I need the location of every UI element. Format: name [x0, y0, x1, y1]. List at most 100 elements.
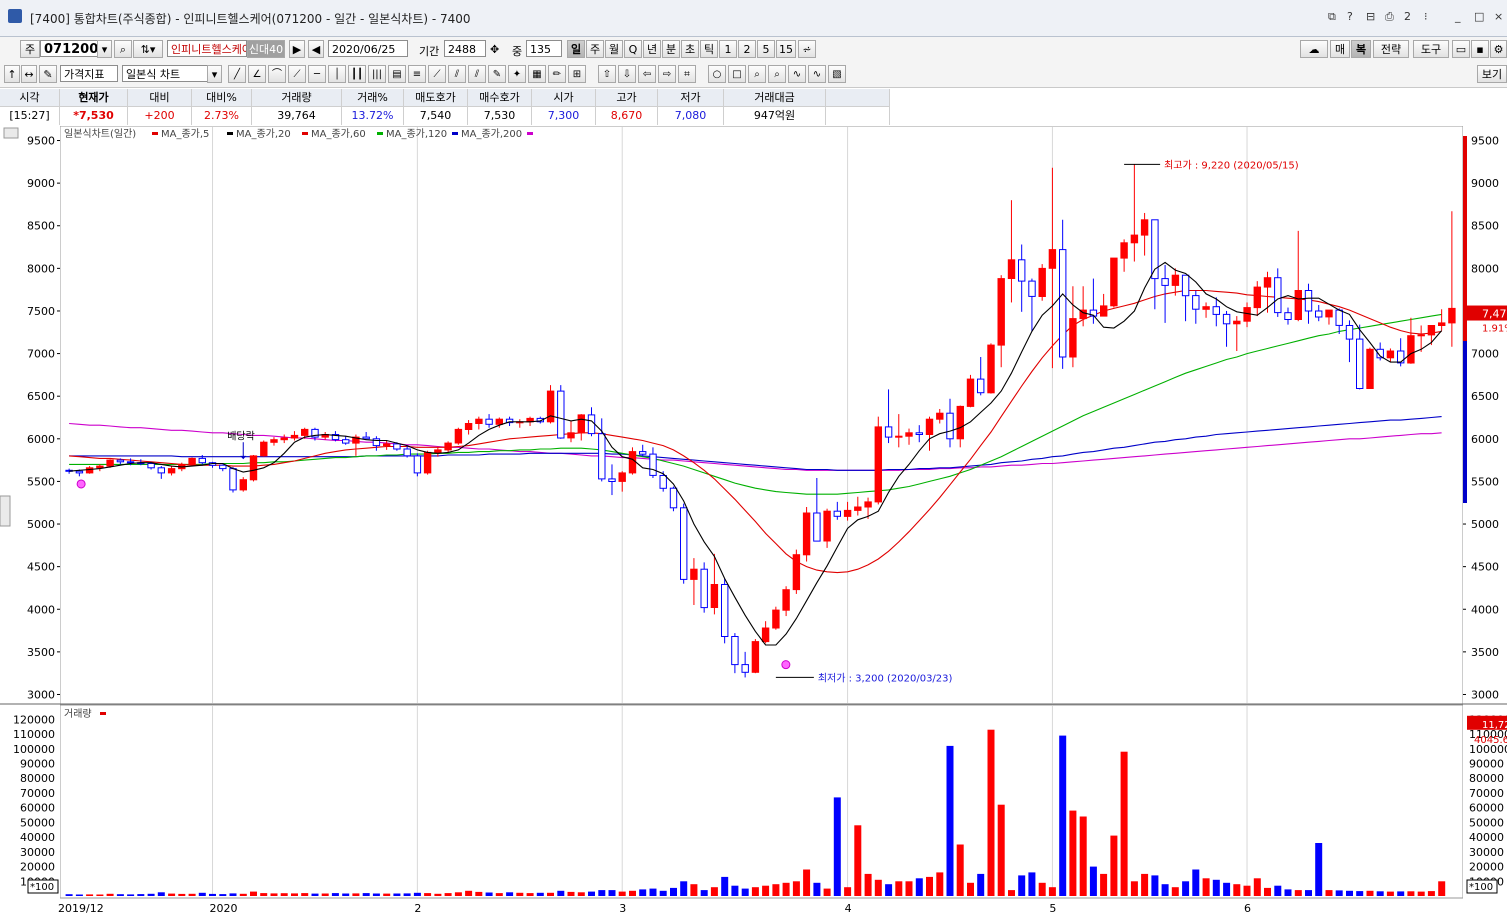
cloud-icon[interactable]: ☁: [1300, 40, 1328, 58]
sort-icon[interactable]: ⇅▾: [133, 40, 163, 58]
period-day-tab[interactable]: 일: [567, 40, 585, 58]
drawing-tool-icon[interactable]: ⇦: [638, 65, 656, 83]
drawing-tool-icon[interactable]: ⌒: [268, 65, 286, 83]
drawing-tool-icon[interactable]: ⟋: [288, 65, 306, 83]
drawing-tool-icon[interactable]: ∿: [788, 65, 806, 83]
period-quarter-tab[interactable]: Q: [624, 40, 642, 58]
side-handle-icon: [0, 495, 11, 527]
settings-icon[interactable]: ⚙: [1490, 40, 1507, 58]
prev-arrow-icon[interactable]: ◀: [308, 40, 324, 58]
volume-bar: [547, 892, 554, 896]
save-icon[interactable]: ▪: [1471, 40, 1489, 58]
volume-bar: [690, 884, 698, 896]
stock-name-field[interactable]: 인피니트헬스케어: [167, 40, 247, 57]
period-input[interactable]: 2488: [444, 40, 486, 57]
period-week-tab[interactable]: 주: [586, 40, 604, 58]
restore-icon[interactable]: ⧉: [1328, 10, 1336, 24]
strategy-button[interactable]: 전략: [1373, 40, 1409, 58]
y-tick-label-right: 9500: [1471, 135, 1499, 148]
drawing-tool-icon[interactable]: │: [328, 65, 346, 83]
drawing-tool-icon[interactable]: ⇩: [618, 65, 636, 83]
indicator-select[interactable]: 가격지표: [60, 65, 118, 82]
drawing-tool-icon[interactable]: ✦: [508, 65, 526, 83]
collapse-toggle-icon: [3, 127, 19, 139]
drawing-tool-icon[interactable]: |||: [368, 65, 386, 83]
maximize-button[interactable]: □: [1474, 10, 1484, 23]
pin-icon[interactable]: ⁝: [1424, 10, 1428, 23]
drawing-tool-icon[interactable]: ▤: [388, 65, 406, 83]
close-button[interactable]: ×: [1494, 10, 1503, 23]
drawing-tool-icon[interactable]: ✎: [488, 65, 506, 83]
volume-bar: [1427, 891, 1435, 896]
period-1-tab[interactable]: 1: [719, 40, 737, 58]
link-icon[interactable]: 2: [1404, 10, 1411, 23]
stock-chart[interactable]: 2019/12 2020 2 3 4 5 6 3000 3000 3500 3500 4000 4000…: [0, 126, 1507, 924]
candle-body: [1233, 320, 1241, 325]
market-select[interactable]: 주: [20, 40, 40, 58]
volume-bar: [198, 892, 206, 896]
minimize-button[interactable]: _: [1455, 10, 1461, 23]
drawing-tool-icon[interactable]: ✏: [548, 65, 566, 83]
y-tick-label-left: 6000: [27, 433, 55, 446]
drawing-tool-icon[interactable]: ⌕: [768, 65, 786, 83]
buy-button[interactable]: 매: [1330, 40, 1350, 58]
up-arrow-icon[interactable]: ↑: [4, 65, 20, 83]
volume-bar: [874, 879, 882, 896]
drawing-tool-icon[interactable]: ⌗: [678, 65, 696, 83]
legend-entry: MA_종가,20: [236, 128, 291, 140]
view-button[interactable]: 보기: [1477, 65, 1507, 83]
count-input[interactable]: 135: [526, 40, 562, 57]
drawing-tool-icon[interactable]: ▦: [528, 65, 546, 83]
drawing-tool-icon[interactable]: ⊞: [568, 65, 586, 83]
date-input[interactable]: 2020/06/25: [328, 40, 408, 57]
code-dropdown-icon[interactable]: ▾: [97, 40, 112, 58]
volume-bar: [1223, 882, 1231, 896]
drawing-tool-icon[interactable]: ⇨: [658, 65, 676, 83]
move-icon[interactable]: ✥: [490, 43, 499, 56]
drawing-tool-icon[interactable]: ▧: [828, 65, 846, 83]
volume-bar: [1151, 875, 1159, 896]
volume-bar: [680, 881, 688, 896]
period-2-tab[interactable]: 2: [738, 40, 756, 58]
drawing-tool-icon[interactable]: ∿: [808, 65, 826, 83]
period-year-tab[interactable]: 년: [643, 40, 661, 58]
candle-body: [362, 436, 370, 440]
candle-body: [1407, 335, 1415, 364]
drawing-tool-icon[interactable]: ╱: [228, 65, 246, 83]
drawing-tool-icon[interactable]: ─: [308, 65, 326, 83]
period-second-tab[interactable]: 초: [681, 40, 699, 58]
drawing-tool-icon[interactable]: ⟋: [428, 65, 446, 83]
next-arrow-icon[interactable]: ▶: [289, 40, 305, 58]
drawing-tool-icon[interactable]: ∠: [248, 65, 266, 83]
period-tick-tab[interactable]: 틱: [700, 40, 718, 58]
help-button[interactable]: ?: [1347, 10, 1353, 23]
period-month-tab[interactable]: 월: [605, 40, 623, 58]
drawing-tool-icon[interactable]: □: [728, 65, 746, 83]
tools-button[interactable]: 도구: [1413, 40, 1449, 58]
candle-body: [1181, 274, 1190, 297]
period-5-tab[interactable]: 5: [757, 40, 775, 58]
volume-bar: [1079, 816, 1087, 896]
drawing-tool-icon[interactable]: ┃┃: [348, 65, 366, 83]
edit-icon[interactable]: ✎: [39, 65, 57, 83]
multi-button[interactable]: 복: [1351, 40, 1371, 58]
y-tick-label-right: 3500: [1471, 646, 1499, 659]
candle-body: [823, 510, 831, 542]
quote-header: 대비%: [192, 89, 252, 107]
drawing-tool-icon[interactable]: ⇧: [598, 65, 616, 83]
horizontal-arrow-icon[interactable]: ↔: [21, 65, 37, 83]
quote-trade-value: 947억원: [724, 107, 826, 125]
drawing-tool-icon[interactable]: ○: [708, 65, 726, 83]
period-15-tab[interactable]: 15: [776, 40, 796, 58]
chart-type-dropdown-icon[interactable]: ▾: [207, 65, 222, 83]
search-icon[interactable]: ⌕: [114, 40, 132, 58]
drawing-tool-icon[interactable]: ⫽: [448, 65, 466, 83]
print-icon[interactable]: ⎙: [1385, 10, 1394, 24]
layout-icon[interactable]: ⊟: [1366, 10, 1375, 23]
custom-period-icon[interactable]: ⩫: [798, 40, 816, 58]
drawing-tool-icon[interactable]: ⌕: [748, 65, 766, 83]
folder-icon[interactable]: ▭: [1452, 40, 1470, 58]
drawing-tool-icon[interactable]: ⫽: [468, 65, 486, 83]
drawing-tool-icon[interactable]: ≡: [408, 65, 426, 83]
period-minute-tab[interactable]: 분: [662, 40, 680, 58]
